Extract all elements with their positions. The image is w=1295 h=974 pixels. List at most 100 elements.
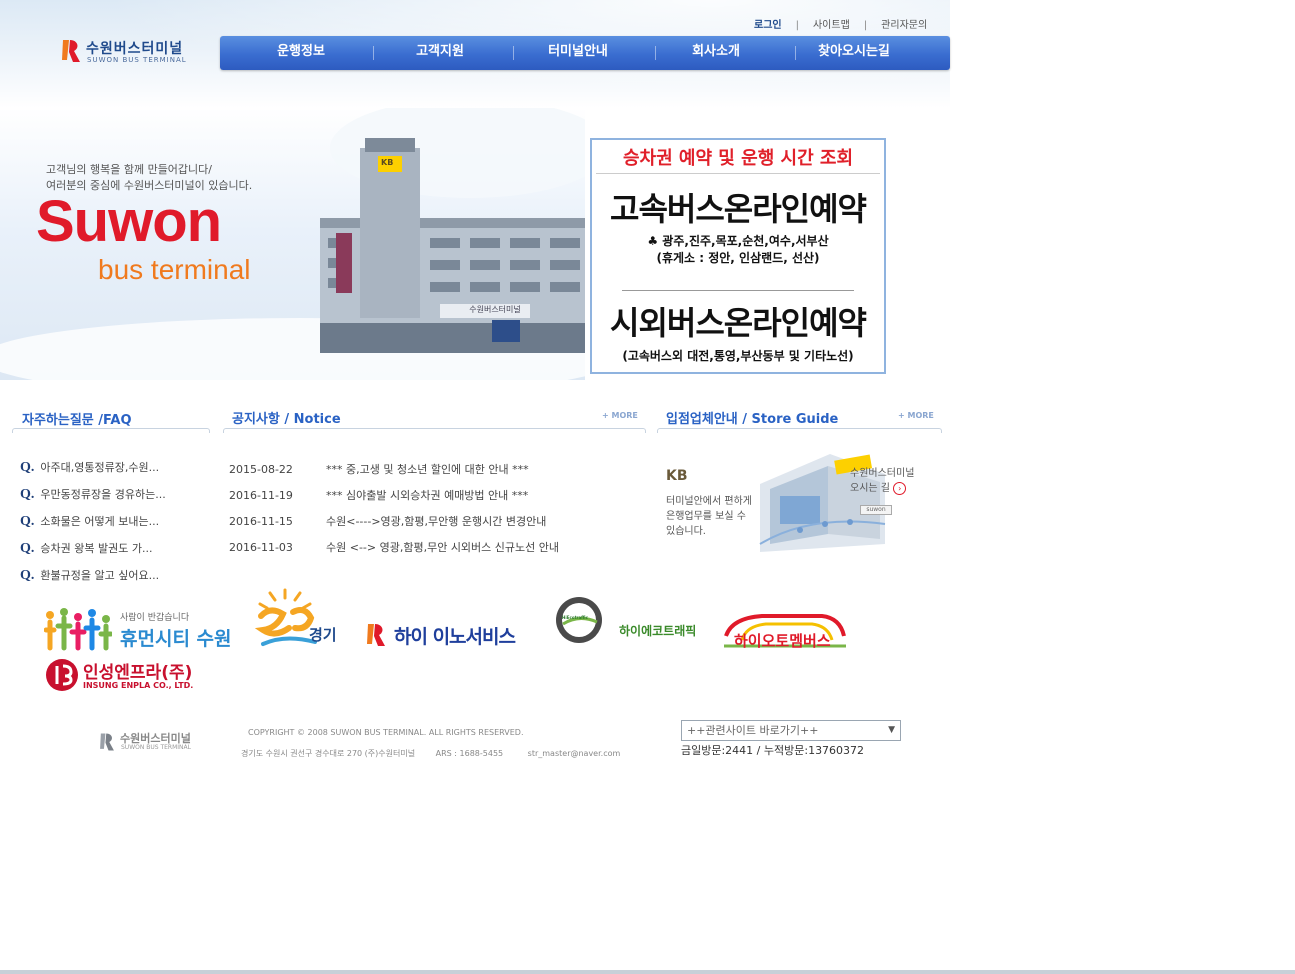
- notice-row[interactable]: 2016-11-19 *** 심야출발 시외승차권 예매방법 안내 ***: [229, 487, 528, 503]
- directions-caption: 수원버스터미널 오시는 길 ›: [850, 466, 914, 496]
- utility-links: 로그인 | 사이트맵 | 관리자문의: [754, 16, 927, 31]
- booking-panel: 승차권 예약 및 운행 시간 조회 고속버스온라인예약 ♣ 광주,진주,목포,순…: [590, 138, 886, 374]
- util-separator: |: [795, 20, 799, 31]
- hi-ecotraffic-logo-icon: [556, 597, 602, 643]
- faq-q-marker: Q.: [20, 514, 35, 529]
- partner-hi-innoservice[interactable]: 하이 이노서비스: [364, 620, 544, 650]
- insung-enpla-logo-icon: [46, 659, 78, 691]
- util-separator: |: [863, 20, 868, 31]
- bottom-frame-border: [0, 970, 1295, 974]
- footer-contact-line: 경기도 수원시 권선구 경수대로 270 (주)수원터미널 ARS : 1688…: [241, 743, 620, 764]
- hi-autoembus-name: 하이오토멤버스: [734, 632, 831, 650]
- notice-more-link[interactable]: + MORE: [602, 411, 638, 420]
- notice-row[interactable]: 2016-11-15 수원<---->영광,함평,무안행 운행시간 변경안내: [229, 513, 546, 529]
- building-kb-sign: KB: [381, 158, 394, 167]
- faq-title: 자주하는질문 /FAQ: [22, 413, 132, 428]
- insung-enpla-en: INSUNG ENPLA CO., LTD.: [83, 681, 194, 690]
- nav-item-operation-info[interactable]: 운행정보: [241, 36, 361, 70]
- logo-mark-icon: [62, 40, 80, 62]
- intercity-bus-booking-link[interactable]: 시외버스온라인예약: [592, 298, 884, 344]
- notice-more-label: MORE: [611, 411, 638, 420]
- hi-innoservice-name: 하이 이노서비스: [394, 626, 516, 648]
- notice-title: 공지사항 / Notice: [232, 412, 341, 427]
- nav-item-company[interactable]: 회사소개: [656, 36, 776, 70]
- faq-q-marker: Q.: [20, 487, 35, 502]
- notice-row[interactable]: 2016-11-03 수원 <--> 영광,함평,무안 시외버스 신규노선 안내: [229, 539, 559, 555]
- nav-item-terminal-guide[interactable]: 터미널안내: [518, 36, 638, 70]
- hero-slogan-line1: 고객님의 행복을 함께 만들어갑니다/: [46, 163, 212, 176]
- partner-hi-ecotraffic[interactable]: HiEcotraffic 하이에코트래픽: [553, 596, 713, 646]
- main-navigation: 운행정보 고객지원 터미널안내 회사소개 찾아오시는길: [220, 36, 950, 70]
- partner-hi-autoembus[interactable]: 하이오토멤버스: [722, 612, 848, 652]
- booking-divider: [596, 173, 880, 174]
- notice-date: 2016-11-15: [229, 515, 293, 528]
- notice-date: 2015-08-22: [229, 463, 293, 476]
- chevron-right-icon: ›: [893, 482, 907, 495]
- notice-subject: 수원 <--> 영광,함평,무안 시외버스 신규노선 안내: [326, 541, 560, 554]
- human-city-name: 휴먼시티 수원: [120, 628, 232, 650]
- intercity-routes-note: (고속버스외 대전,통영,부산동부 및 기타노선): [622, 349, 854, 363]
- visit-counter: 금일방문:2441 / 누적방문:13760372: [681, 744, 865, 757]
- store-title-underline: [657, 428, 942, 433]
- footer-ars: ARS : 1688-5455: [435, 749, 504, 758]
- booking-title: 승차권 예약 및 운행 시간 조회: [622, 148, 854, 169]
- faq-item-text: 환불규정을 알고 싶어요...: [40, 569, 160, 582]
- faq-item[interactable]: Q. 아주대,영통정류장,수원...: [20, 459, 159, 476]
- building-sign: 수원버스터미널: [469, 305, 521, 314]
- hi-ecotraffic-name: 하이에코트래픽: [619, 624, 697, 638]
- express-bus-booking-link[interactable]: 고속버스온라인예약: [592, 184, 884, 230]
- faq-item[interactable]: Q. 소화물은 어떻게 보내는...: [20, 513, 159, 530]
- hero-bus-terminal-wordmark: bus terminal: [98, 254, 251, 285]
- partner-human-city-suwon[interactable]: 사람이 반갑습니다 휴먼시티 수원: [44, 604, 240, 654]
- admin-inquiry-link[interactable]: 관리자문의: [881, 16, 927, 31]
- faq-item[interactable]: Q. 승차권 왕복 발권도 가...: [20, 540, 152, 557]
- kb-branch-illustration: [759, 454, 886, 552]
- faq-item-text: 우만동정류장을 경유하는...: [40, 488, 166, 501]
- faq-item-text: 승차권 왕복 발권도 가...: [40, 542, 153, 555]
- suwon-signpost: suwon: [860, 505, 892, 515]
- notice-row[interactable]: 2015-08-22 *** 중,고생 및 청소년 할인에 대한 안내 ***: [229, 461, 529, 477]
- hero-suwon-wordmark: Suwon: [36, 189, 222, 254]
- faq-item-text: 아주대,영통정류장,수원...: [40, 461, 160, 474]
- kb-desc-line1: 터미널안에서 편하게: [666, 496, 752, 507]
- logo-text-en: SUWON BUS TERMINAL: [87, 56, 187, 64]
- related-sites-select[interactable]: ++관련사이트 바로가기++ ▼: [681, 720, 901, 741]
- booking-divider: [622, 290, 854, 291]
- faq-q-marker: Q.: [20, 568, 35, 583]
- faq-q-marker: Q.: [20, 460, 35, 475]
- notice-subject: 수원<---->영광,함평,무안행 운행시간 변경안내: [326, 515, 547, 528]
- notice-date: 2016-11-19: [229, 489, 293, 502]
- directions-line2: 오시는 길 ›: [850, 481, 914, 496]
- directions-line2-text: 오시는 길: [850, 483, 890, 494]
- notice-subject: *** 심야출발 시외승차권 예매방법 안내 ***: [326, 489, 529, 502]
- faq-title-underline: [12, 428, 210, 433]
- partner-good-morning-gyeonggi[interactable]: 경기: [255, 588, 347, 650]
- faq-item[interactable]: Q. 우만동정류장을 경유하는...: [20, 486, 166, 503]
- sitemap-link[interactable]: 사이트맵: [813, 16, 850, 31]
- store-more-link[interactable]: + MORE: [898, 411, 934, 420]
- express-routes: ♣ 광주,진주,목포,순천,여수,서부산: [647, 234, 829, 248]
- login-link[interactable]: 로그인: [754, 16, 782, 31]
- human-city-tagline: 사람이 반갑습니다: [120, 613, 190, 623]
- footer-address: 경기도 수원시 권선구 경수대로 270 (주)수원터미널: [241, 749, 416, 758]
- kb-desc-line2: 은행업무를 보실 수: [666, 511, 746, 522]
- site-logo[interactable]: 수원버스터미널 SUWON BUS TERMINAL: [60, 38, 210, 68]
- notice-date: 2016-11-03: [229, 541, 293, 554]
- nav-item-directions[interactable]: 찾아오시는길: [794, 36, 914, 70]
- gyeonggi-text: 경기: [309, 626, 337, 644]
- faq-item[interactable]: Q. 환불규정을 알고 싶어요...: [20, 567, 159, 584]
- footer-email[interactable]: str_master@naver.com: [528, 749, 621, 758]
- directions-line1: 수원버스터미널: [850, 468, 915, 479]
- partner-insung-enpla[interactable]: 인성엔프라(주) INSUNG ENPLA CO., LTD.: [45, 658, 205, 692]
- footer-logo-en: SUWON BUS TERMINAL: [121, 744, 191, 751]
- faq-q-marker: Q.: [20, 541, 35, 556]
- hi-innoservice-logo-icon: [367, 624, 385, 646]
- notice-subject: *** 중,고생 및 청소년 할인에 대한 안내 ***: [326, 463, 529, 476]
- chevron-down-icon: ▼: [888, 725, 895, 735]
- hero-banner: 고객님의 행복을 함께 만들어갑니다/ 여러분의 중심에 수원버스터미널이 있습…: [0, 108, 585, 380]
- insung-enpla-name: 인성엔프라(주): [83, 663, 193, 683]
- nav-item-customer-support[interactable]: 고객지원: [380, 36, 500, 70]
- notice-title-underline: [223, 428, 646, 433]
- footer-logo-mark-icon: [100, 733, 114, 751]
- store-guide-banner[interactable]: KB 터미널안에서 편하게 은행업무를 보실 수 있습니다. 수원버스터미널 오…: [660, 440, 940, 555]
